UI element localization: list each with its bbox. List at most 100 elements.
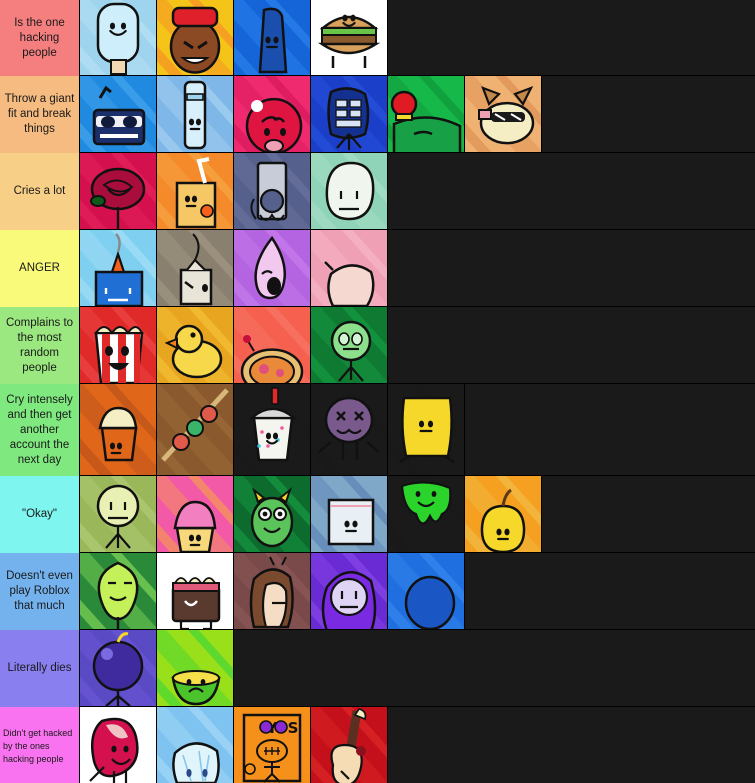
tier-row: Is the one hacking people	[0, 0, 755, 76]
tier-item-row[interactable]: YS	[80, 707, 755, 783]
rose-character[interactable]	[80, 153, 157, 229]
item-artwork	[311, 0, 387, 75]
item-artwork	[311, 76, 387, 152]
tier-label[interactable]: "Okay"	[0, 476, 80, 553]
item-artwork	[311, 307, 387, 383]
water-bottle-character[interactable]	[157, 76, 234, 152]
grape-character[interactable]	[311, 384, 388, 475]
tier-item-row[interactable]	[80, 476, 755, 552]
tier-row: "Okay"	[0, 476, 755, 553]
yellow-apple-character[interactable]	[465, 476, 542, 552]
item-artwork	[157, 230, 233, 306]
tea-bag-character[interactable]	[157, 230, 234, 306]
tier-label[interactable]: Is the one hacking people	[0, 0, 80, 76]
item-artwork: YS	[234, 707, 310, 783]
pizza-character[interactable]	[234, 307, 311, 383]
item-artwork	[234, 76, 310, 152]
blue-phone-character[interactable]	[234, 0, 311, 75]
item-artwork	[388, 553, 464, 629]
tier-item-row[interactable]	[80, 76, 755, 152]
ice-cream-cup-character[interactable]	[80, 384, 157, 475]
mp3-player-character[interactable]	[234, 153, 311, 229]
item-artwork	[234, 0, 310, 75]
svg-text:S: S	[288, 719, 299, 737]
juice-box-character[interactable]	[157, 153, 234, 229]
item-artwork	[465, 476, 541, 552]
tier-label[interactable]: Cry intensely and then get another accou…	[0, 384, 80, 476]
tier-item-row[interactable]	[80, 153, 755, 229]
item-artwork	[157, 553, 233, 629]
green-leaf-character[interactable]	[80, 553, 157, 629]
cupcake-character[interactable]	[157, 476, 234, 552]
red-ball-character[interactable]	[234, 76, 311, 152]
white-blob-character[interactable]	[311, 153, 388, 229]
item-artwork	[80, 0, 156, 75]
tier-row: Literally dies	[0, 630, 755, 707]
rubber-duck-character[interactable]	[157, 307, 234, 383]
item-artwork	[157, 307, 233, 383]
item-artwork	[234, 153, 310, 229]
item-artwork	[157, 76, 233, 152]
guitar-character[interactable]	[311, 707, 388, 783]
birthday-candle-character[interactable]	[80, 230, 157, 306]
pink-pillow-character[interactable]	[311, 230, 388, 306]
green-monster-character[interactable]	[234, 476, 311, 552]
cool-dog-character[interactable]	[465, 76, 542, 152]
item-artwork	[388, 76, 464, 152]
purple-hair-person[interactable]	[311, 553, 388, 629]
item-artwork	[157, 384, 233, 475]
tier-item-row[interactable]	[80, 553, 755, 629]
window-character[interactable]	[311, 476, 388, 552]
item-artwork	[80, 707, 156, 783]
item-artwork	[80, 153, 156, 229]
item-artwork	[234, 230, 310, 306]
item-artwork	[311, 153, 387, 229]
tier-item-row[interactable]	[80, 0, 755, 75]
chocolate-cake-character[interactable]	[157, 553, 234, 629]
tier-row: Doesn't even play Roblox that much	[0, 553, 755, 630]
tier-label[interactable]: Doesn't even play Roblox that much	[0, 553, 80, 630]
yellow-blob-character[interactable]	[80, 476, 157, 552]
green-figure-character[interactable]	[311, 307, 388, 383]
item-artwork	[388, 384, 464, 475]
tier-row: Cries a lot	[0, 153, 755, 230]
tier-item-row[interactable]	[80, 630, 755, 706]
item-artwork	[80, 307, 156, 383]
tier-list: Is the one hacking people Throw a giant f…	[0, 0, 755, 783]
steak-character[interactable]	[80, 707, 157, 783]
milkshake-character[interactable]	[234, 384, 311, 475]
tier-row: Cry intensely and then get another accou…	[0, 384, 755, 476]
item-artwork	[80, 553, 156, 629]
kebab-skewer-character[interactable]	[157, 384, 234, 475]
blueberry-bomb-character[interactable]	[80, 630, 157, 706]
tier-item-row[interactable]	[80, 384, 755, 475]
angry-chocolate-character[interactable]	[157, 0, 234, 75]
popcorn-character[interactable]	[80, 307, 157, 383]
item-artwork	[234, 307, 310, 383]
yolos-box-character[interactable]: YS	[234, 707, 311, 783]
item-artwork	[157, 476, 233, 552]
item-artwork	[80, 476, 156, 552]
hamburger-character[interactable]	[311, 0, 388, 75]
brown-hair-person[interactable]	[234, 553, 311, 629]
tier-label[interactable]: ANGER	[0, 230, 80, 307]
blue-balloon-character[interactable]	[388, 553, 465, 629]
tier-label[interactable]: Complains to the most random people	[0, 307, 80, 384]
item-artwork	[234, 476, 310, 552]
green-bowl-character[interactable]	[157, 630, 234, 706]
tier-item-row[interactable]	[80, 230, 755, 306]
diamond-character[interactable]	[157, 707, 234, 783]
green-slime-character[interactable]	[388, 476, 465, 552]
pink-flame-character[interactable]	[234, 230, 311, 306]
tier-label[interactable]: Literally dies	[0, 630, 80, 707]
green-boxing-character[interactable]	[388, 76, 465, 152]
tier-label[interactable]: Throw a giant fit and break things	[0, 76, 80, 153]
chip-bag-character[interactable]	[388, 384, 465, 475]
tier-label[interactable]: Didn't get hacked by the ones hacking pe…	[0, 707, 80, 783]
cool-blue-box-character[interactable]	[80, 76, 157, 152]
ice-pop-character[interactable]	[80, 0, 157, 75]
blue-calendar-character[interactable]	[311, 76, 388, 152]
tier-row: ANGER	[0, 230, 755, 307]
tier-label[interactable]: Cries a lot	[0, 153, 80, 230]
tier-item-row[interactable]	[80, 307, 755, 383]
